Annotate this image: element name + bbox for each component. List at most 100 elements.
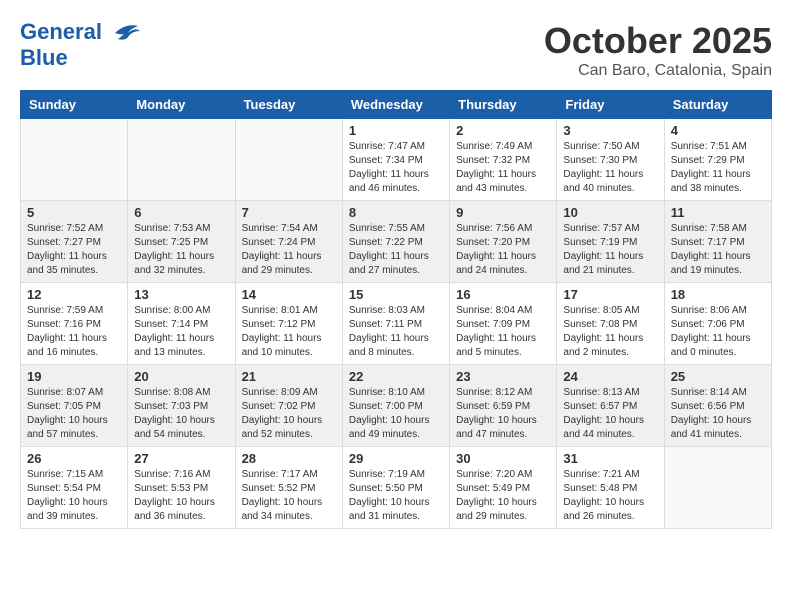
day-info: Sunrise: 7:52 AM Sunset: 7:27 PM Dayligh… — [27, 222, 121, 278]
day-info: Sunrise: 8:12 AM Sunset: 6:59 PM Dayligh… — [456, 386, 550, 442]
day-number: 25 — [671, 369, 765, 384]
day-cell: 7 Sunrise: 7:54 AM Sunset: 7:24 PM Daylig… — [235, 201, 342, 283]
day-number: 14 — [242, 287, 336, 302]
day-info: Sunrise: 7:55 AM Sunset: 7:22 PM Dayligh… — [349, 222, 443, 278]
day-number: 18 — [671, 287, 765, 302]
month-title: October 2025 — [544, 20, 772, 62]
day-cell: 19 Sunrise: 8:07 AM Sunset: 7:05 PM Dayli… — [21, 365, 128, 447]
week-row-3: 12 Sunrise: 7:59 AM Sunset: 7:16 PM Dayli… — [21, 283, 772, 365]
day-info: Sunrise: 8:07 AM Sunset: 7:05 PM Dayligh… — [27, 386, 121, 442]
logo: General Blue — [20, 20, 140, 70]
day-cell: 5 Sunrise: 7:52 AM Sunset: 7:27 PM Daylig… — [21, 201, 128, 283]
day-info: Sunrise: 7:20 AM Sunset: 5:49 PM Dayligh… — [456, 468, 550, 524]
day-number: 27 — [134, 451, 228, 466]
logo-text-general: General — [20, 19, 102, 44]
day-cell: 10 Sunrise: 7:57 AM Sunset: 7:19 PM Dayli… — [557, 201, 664, 283]
day-info: Sunrise: 7:47 AM Sunset: 7:34 PM Dayligh… — [349, 140, 443, 196]
day-number: 10 — [563, 205, 657, 220]
day-number: 29 — [349, 451, 443, 466]
week-row-1: 1Sunrise: 7:47 AM Sunset: 7:34 PM Daylig… — [21, 119, 772, 201]
day-cell: 16 Sunrise: 8:04 AM Sunset: 7:09 PM Dayli… — [450, 283, 557, 365]
day-info: Sunrise: 7:49 AM Sunset: 7:32 PM Dayligh… — [456, 140, 550, 196]
day-info: Sunrise: 8:01 AM Sunset: 7:12 PM Dayligh… — [242, 304, 336, 360]
day-info: Sunrise: 7:50 AM Sunset: 7:30 PM Dayligh… — [563, 140, 657, 196]
day-cell: 17Sunrise: 8:05 AM Sunset: 7:08 PM Dayli… — [557, 283, 664, 365]
day-number: 20 — [134, 369, 228, 384]
day-number: 11 — [671, 205, 765, 220]
day-cell: 18Sunrise: 8:06 AM Sunset: 7:06 PM Dayli… — [664, 283, 771, 365]
day-number: 24 — [563, 369, 657, 384]
day-number: 8 — [349, 205, 443, 220]
weekday-header-row: SundayMondayTuesdayWednesdayThursdayFrid… — [21, 91, 772, 119]
day-number: 3 — [563, 123, 657, 138]
week-row-4: 19 Sunrise: 8:07 AM Sunset: 7:05 PM Dayli… — [21, 365, 772, 447]
day-cell: 31Sunrise: 7:21 AM Sunset: 5:48 PM Dayli… — [557, 447, 664, 529]
calendar: SundayMondayTuesdayWednesdayThursdayFrid… — [20, 90, 772, 529]
day-number: 7 — [242, 205, 336, 220]
weekday-header-tuesday: Tuesday — [235, 91, 342, 119]
day-cell: 6 Sunrise: 7:53 AM Sunset: 7:25 PM Daylig… — [128, 201, 235, 283]
day-number: 19 — [27, 369, 121, 384]
day-info: Sunrise: 7:56 AM Sunset: 7:20 PM Dayligh… — [456, 222, 550, 278]
day-cell: 15Sunrise: 8:03 AM Sunset: 7:11 PM Dayli… — [342, 283, 449, 365]
day-cell: 23 Sunrise: 8:12 AM Sunset: 6:59 PM Dayli… — [450, 365, 557, 447]
day-info: Sunrise: 7:58 AM Sunset: 7:17 PM Dayligh… — [671, 222, 765, 278]
day-number: 16 — [456, 287, 550, 302]
logo-bird-icon — [110, 21, 140, 46]
header: General Blue October 2025 Can Baro, Cata… — [20, 20, 772, 80]
day-info: Sunrise: 7:59 AM Sunset: 7:16 PM Dayligh… — [27, 304, 121, 360]
day-cell — [664, 447, 771, 529]
day-number: 21 — [242, 369, 336, 384]
week-row-2: 5 Sunrise: 7:52 AM Sunset: 7:27 PM Daylig… — [21, 201, 772, 283]
day-cell: 14 Sunrise: 8:01 AM Sunset: 7:12 PM Dayli… — [235, 283, 342, 365]
day-number: 12 — [27, 287, 121, 302]
day-info: Sunrise: 8:00 AM Sunset: 7:14 PM Dayligh… — [134, 304, 228, 360]
weekday-header-saturday: Saturday — [664, 91, 771, 119]
day-number: 26 — [27, 451, 121, 466]
day-info: Sunrise: 7:15 AM Sunset: 5:54 PM Dayligh… — [27, 468, 121, 524]
location: Can Baro, Catalonia, Spain — [544, 62, 772, 80]
day-cell: 27 Sunrise: 7:16 AM Sunset: 5:53 PM Dayli… — [128, 447, 235, 529]
day-info: Sunrise: 7:53 AM Sunset: 7:25 PM Dayligh… — [134, 222, 228, 278]
day-info: Sunrise: 8:08 AM Sunset: 7:03 PM Dayligh… — [134, 386, 228, 442]
day-info: Sunrise: 8:04 AM Sunset: 7:09 PM Dayligh… — [456, 304, 550, 360]
day-number: 30 — [456, 451, 550, 466]
day-cell: 1Sunrise: 7:47 AM Sunset: 7:34 PM Daylig… — [342, 119, 449, 201]
day-cell: 21 Sunrise: 8:09 AM Sunset: 7:02 PM Dayli… — [235, 365, 342, 447]
day-info: Sunrise: 8:09 AM Sunset: 7:02 PM Dayligh… — [242, 386, 336, 442]
logo-text-blue: Blue — [20, 46, 140, 70]
day-number: 23 — [456, 369, 550, 384]
day-info: Sunrise: 8:03 AM Sunset: 7:11 PM Dayligh… — [349, 304, 443, 360]
day-cell — [128, 119, 235, 201]
day-cell: 26 Sunrise: 7:15 AM Sunset: 5:54 PM Dayli… — [21, 447, 128, 529]
day-number: 31 — [563, 451, 657, 466]
day-info: Sunrise: 8:14 AM Sunset: 6:56 PM Dayligh… — [671, 386, 765, 442]
title-area: October 2025 Can Baro, Catalonia, Spain — [544, 20, 772, 80]
day-info: Sunrise: 7:51 AM Sunset: 7:29 PM Dayligh… — [671, 140, 765, 196]
day-info: Sunrise: 8:05 AM Sunset: 7:08 PM Dayligh… — [563, 304, 657, 360]
weekday-header-monday: Monday — [128, 91, 235, 119]
day-cell: 22Sunrise: 8:10 AM Sunset: 7:00 PM Dayli… — [342, 365, 449, 447]
day-cell: 25 Sunrise: 8:14 AM Sunset: 6:56 PM Dayli… — [664, 365, 771, 447]
day-number: 22 — [349, 369, 443, 384]
day-cell: 9 Sunrise: 7:56 AM Sunset: 7:20 PM Daylig… — [450, 201, 557, 283]
day-info: Sunrise: 7:54 AM Sunset: 7:24 PM Dayligh… — [242, 222, 336, 278]
day-number: 9 — [456, 205, 550, 220]
weekday-header-friday: Friday — [557, 91, 664, 119]
day-number: 5 — [27, 205, 121, 220]
weekday-header-sunday: Sunday — [21, 91, 128, 119]
day-cell: 12 Sunrise: 7:59 AM Sunset: 7:16 PM Dayli… — [21, 283, 128, 365]
day-number: 13 — [134, 287, 228, 302]
day-cell: 8 Sunrise: 7:55 AM Sunset: 7:22 PM Daylig… — [342, 201, 449, 283]
day-number: 28 — [242, 451, 336, 466]
day-cell: 28 Sunrise: 7:17 AM Sunset: 5:52 PM Dayli… — [235, 447, 342, 529]
week-row-5: 26 Sunrise: 7:15 AM Sunset: 5:54 PM Dayli… — [21, 447, 772, 529]
day-cell: 20 Sunrise: 8:08 AM Sunset: 7:03 PM Dayli… — [128, 365, 235, 447]
day-info: Sunrise: 7:57 AM Sunset: 7:19 PM Dayligh… — [563, 222, 657, 278]
day-info: Sunrise: 7:17 AM Sunset: 5:52 PM Dayligh… — [242, 468, 336, 524]
day-cell: 29Sunrise: 7:19 AM Sunset: 5:50 PM Dayli… — [342, 447, 449, 529]
day-cell: 13 Sunrise: 8:00 AM Sunset: 7:14 PM Dayli… — [128, 283, 235, 365]
day-cell: 3 Sunrise: 7:50 AM Sunset: 7:30 PM Daylig… — [557, 119, 664, 201]
day-number: 6 — [134, 205, 228, 220]
day-info: Sunrise: 7:16 AM Sunset: 5:53 PM Dayligh… — [134, 468, 228, 524]
